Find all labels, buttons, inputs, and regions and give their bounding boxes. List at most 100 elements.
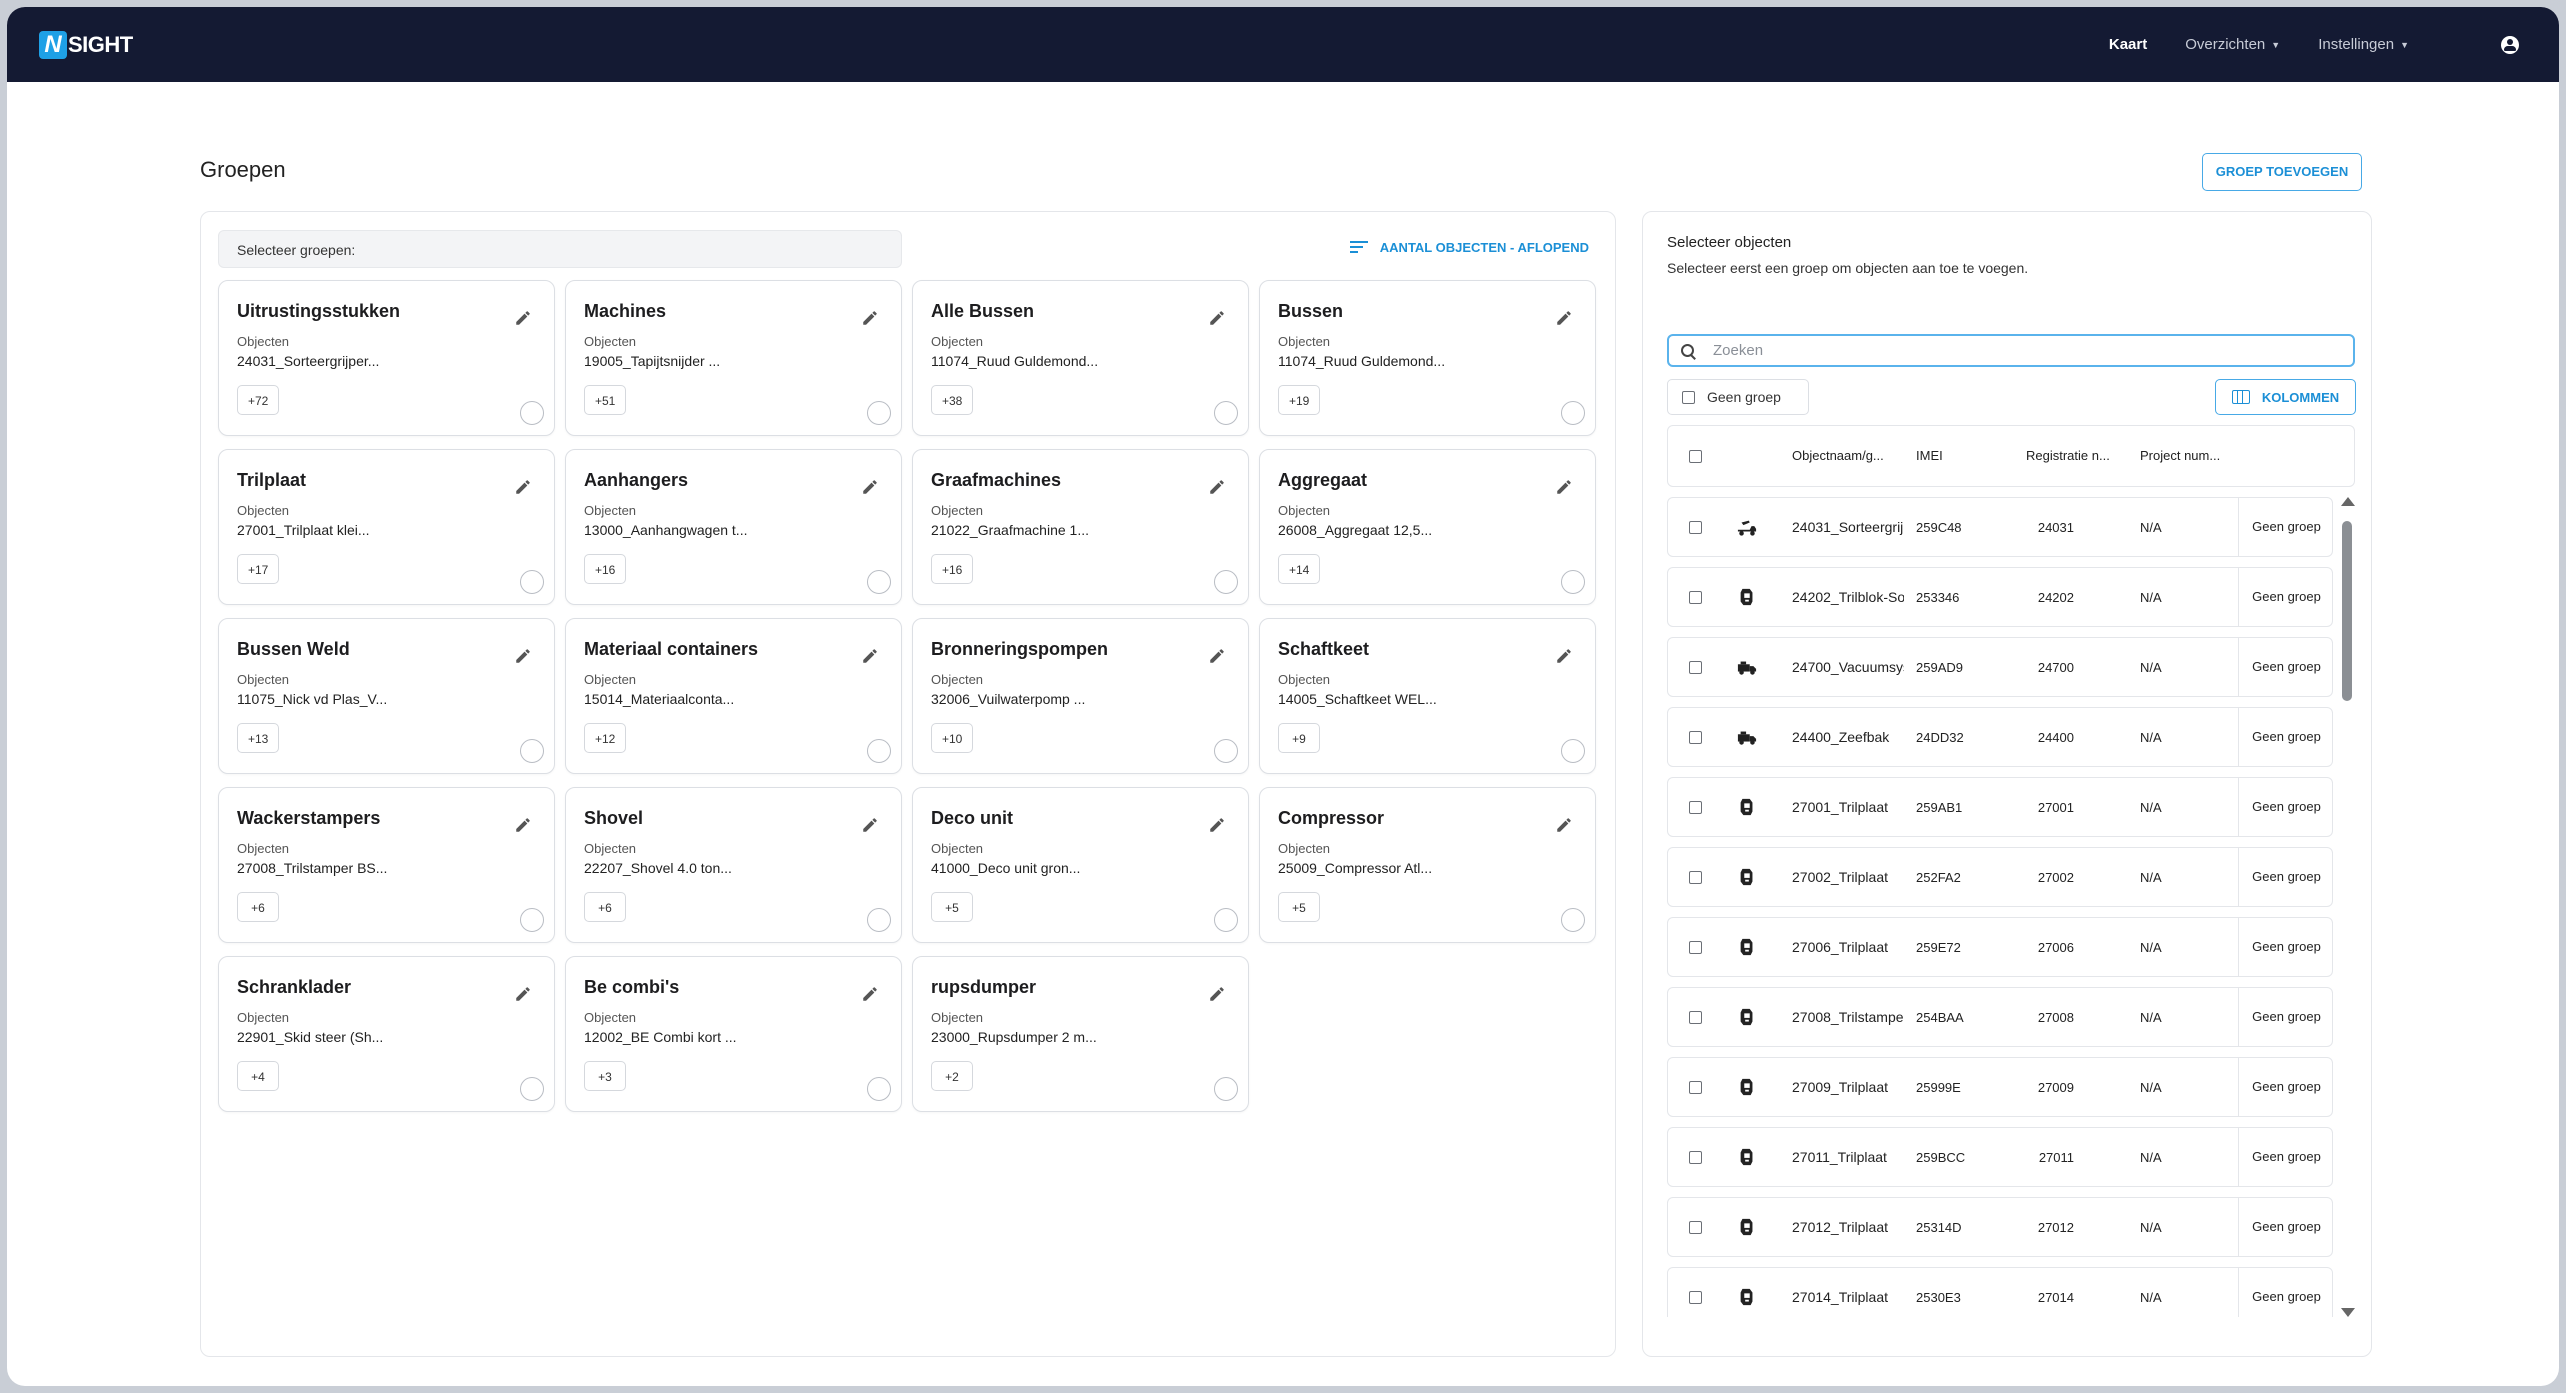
account-icon[interactable]	[2501, 35, 2519, 54]
row-checkbox[interactable]	[1689, 1081, 1702, 1094]
group-select-radio[interactable]	[1214, 401, 1238, 425]
cell-group[interactable]: Geen groep	[2238, 1128, 2334, 1186]
select-groups-field[interactable]: Selecteer groepen:	[218, 230, 902, 268]
group-card[interactable]: Machines Objecten 19005_Tapijtsnijder ... +…	[565, 280, 902, 436]
cell-group[interactable]: Geen groep	[2238, 918, 2334, 976]
edit-icon[interactable]	[514, 985, 532, 1003]
add-group-button[interactable]: GROEP TOEVOEGEN	[2202, 153, 2362, 191]
sort-button[interactable]: AANTAL OBJECTEN - AFLOPEND	[1349, 238, 1589, 256]
group-select-radio[interactable]	[1214, 1077, 1238, 1101]
row-checkbox[interactable]	[1689, 941, 1702, 954]
group-select-radio[interactable]	[520, 401, 544, 425]
group-card[interactable]: Schaftkeet Objecten 14005_Schaftkeet WEL..…	[1259, 618, 1596, 774]
edit-icon[interactable]	[1208, 647, 1226, 665]
column-header-imei[interactable]: IMEI	[1916, 448, 1943, 463]
row-checkbox[interactable]	[1689, 1011, 1702, 1024]
table-row[interactable]: 27009_Trilplaat 25999E 27009 N/A Geen groep	[1667, 1057, 2333, 1117]
edit-icon[interactable]	[1208, 478, 1226, 496]
group-select-radio[interactable]	[867, 739, 891, 763]
nav-overzichten[interactable]: Overzichten ▼	[2185, 36, 2280, 53]
cell-group[interactable]: Geen groep	[2238, 1198, 2334, 1256]
cell-group[interactable]: Geen groep	[2238, 1268, 2334, 1317]
group-select-radio[interactable]	[867, 908, 891, 932]
edit-icon[interactable]	[514, 309, 532, 327]
table-row[interactable]: 27008_Trilstamper 254BAA 27008 N/A Geen groe…	[1667, 987, 2333, 1047]
cell-group[interactable]: Geen groep	[2238, 848, 2334, 906]
nav-kaart[interactable]: Kaart	[2109, 36, 2147, 53]
group-select-radio[interactable]	[1214, 570, 1238, 594]
edit-icon[interactable]	[1555, 816, 1573, 834]
group-card[interactable]: Bussen Weld Objecten 11075_Nick vd Plas_V.…	[218, 618, 555, 774]
scroll-up-icon[interactable]	[2341, 497, 2355, 506]
group-card[interactable]: Uitrustingsstukken Objecten 24031_Sorteerg…	[218, 280, 555, 436]
scrollbar-thumb[interactable]	[2342, 521, 2352, 701]
no-group-filter[interactable]: Geen groep	[1667, 379, 1809, 415]
group-select-radio[interactable]	[520, 570, 544, 594]
group-card[interactable]: Trilplaat Objecten 27001_Trilplaat klei...…	[218, 449, 555, 605]
group-card[interactable]: Graafmachines Objecten 21022_Graafmachine …	[912, 449, 1249, 605]
group-select-radio[interactable]	[867, 1077, 891, 1101]
group-card[interactable]: Wackerstampers Objecten 27008_Trilstamper …	[218, 787, 555, 943]
app-logo[interactable]: N SIGHT	[39, 31, 133, 59]
scroll-down-icon[interactable]	[2341, 1308, 2355, 1317]
edit-icon[interactable]	[1555, 309, 1573, 327]
group-card[interactable]: Bronneringspompen Objecten 32006_Vuilwater…	[912, 618, 1249, 774]
group-card[interactable]: Schranklader Objecten 22901_Skid steer (Sh…	[218, 956, 555, 1112]
group-card[interactable]: Aanhangers Objecten 13000_Aanhangwagen t..…	[565, 449, 902, 605]
edit-icon[interactable]	[861, 647, 879, 665]
group-select-radio[interactable]	[520, 739, 544, 763]
table-row[interactable]: 27002_Trilplaat 252FA2 27002 N/A Geen groep	[1667, 847, 2333, 907]
group-card[interactable]: Compressor Objecten 25009_Compressor Atl..…	[1259, 787, 1596, 943]
column-header-name[interactable]: Objectnaam/g...	[1792, 448, 1884, 463]
row-checkbox[interactable]	[1689, 1221, 1702, 1234]
table-row[interactable]: 27001_Trilplaat 259AB1 27001 N/A Geen groep	[1667, 777, 2333, 837]
group-card[interactable]: Bussen Objecten 11074_Ruud Guldemond... +19	[1259, 280, 1596, 436]
group-select-radio[interactable]	[867, 570, 891, 594]
group-select-radio[interactable]	[520, 908, 544, 932]
table-row[interactable]: 27006_Trilplaat 259E72 27006 N/A Geen groep	[1667, 917, 2333, 977]
group-select-radio[interactable]	[1214, 739, 1238, 763]
cell-group[interactable]: Geen groep	[2238, 568, 2334, 626]
select-all-checkbox[interactable]	[1689, 450, 1702, 463]
edit-icon[interactable]	[1208, 309, 1226, 327]
edit-icon[interactable]	[861, 816, 879, 834]
edit-icon[interactable]	[1208, 985, 1226, 1003]
cell-group[interactable]: Geen groep	[2238, 778, 2334, 836]
row-checkbox[interactable]	[1689, 661, 1702, 674]
table-row[interactable]: 27011_Trilplaat 259BCC 27011 N/A Geen groep	[1667, 1127, 2333, 1187]
column-header-project[interactable]: Project num...	[2140, 448, 2220, 463]
edit-icon[interactable]	[861, 985, 879, 1003]
table-scrollbar[interactable]	[2340, 497, 2355, 1317]
group-card[interactable]: rupsdumper Objecten 23000_Rupsdumper 2 m..…	[912, 956, 1249, 1112]
cell-group[interactable]: Geen groep	[2238, 988, 2334, 1046]
edit-icon[interactable]	[514, 478, 532, 496]
group-card[interactable]: Alle Bussen Objecten 11074_Ruud Guldemond.…	[912, 280, 1249, 436]
search-input[interactable]	[1711, 341, 2315, 360]
column-header-registration[interactable]: Registratie n...	[2026, 448, 2110, 463]
group-select-radio[interactable]	[1561, 739, 1585, 763]
columns-button[interactable]: KOLOMMEN	[2215, 379, 2356, 415]
table-row[interactable]: 24400_Zeefbak 24DD32 24400 N/A Geen groep	[1667, 707, 2333, 767]
row-checkbox[interactable]	[1689, 871, 1702, 884]
table-row[interactable]: 27014_Trilplaat 2530E3 27014 N/A Geen groep	[1667, 1267, 2333, 1317]
row-checkbox[interactable]	[1689, 1291, 1702, 1304]
group-card[interactable]: Deco unit Objecten 41000_Deco unit gron...…	[912, 787, 1249, 943]
cell-group[interactable]: Geen groep	[2238, 708, 2334, 766]
edit-icon[interactable]	[1555, 647, 1573, 665]
table-row[interactable]: 24202_Trilblok-Sorteer 253346 24202 N/A Geen…	[1667, 567, 2333, 627]
row-checkbox[interactable]	[1689, 801, 1702, 814]
edit-icon[interactable]	[514, 816, 532, 834]
group-card[interactable]: Materiaal containers Objecten 15014_Materi…	[565, 618, 902, 774]
group-card[interactable]: Be combi's Objecten 12002_BE Combi kort ..…	[565, 956, 902, 1112]
checkbox[interactable]	[1682, 390, 1695, 404]
table-row[interactable]: 24700_Vacuumsysteem 259AD9 24700 N/A Geen gr…	[1667, 637, 2333, 697]
group-select-radio[interactable]	[1561, 908, 1585, 932]
group-select-radio[interactable]	[867, 401, 891, 425]
row-checkbox[interactable]	[1689, 591, 1702, 604]
group-card[interactable]: Shovel Objecten 22207_Shovel 4.0 ton... +6	[565, 787, 902, 943]
table-row[interactable]: 24031_Sorteergrijper 259C48 24031 N/A Geen g…	[1667, 497, 2333, 557]
group-select-radio[interactable]	[520, 1077, 544, 1101]
cell-group[interactable]: Geen groep	[2238, 498, 2334, 556]
edit-icon[interactable]	[861, 309, 879, 327]
group-select-radio[interactable]	[1561, 401, 1585, 425]
